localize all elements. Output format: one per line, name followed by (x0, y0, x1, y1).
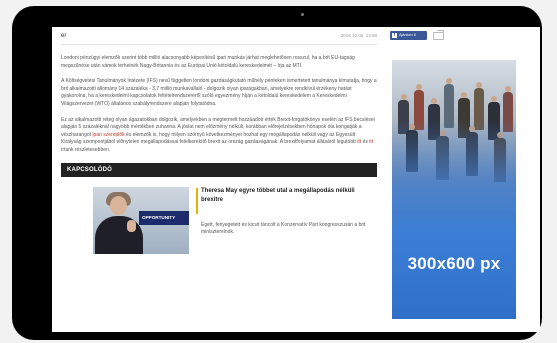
paragraph-1: Londoni pénzügyi elemzők szerint több mi… (61, 55, 355, 69)
tablet-frame: er 2018.10.05. 13:58 Londoni pénzügyi el… (12, 6, 542, 340)
facebook-share-label: Ajánlom 6 (399, 33, 416, 37)
camera-dot (301, 13, 304, 16)
related-lead: Égett, fenyegetett és kicsit táncolt a K… (201, 221, 366, 236)
screen: er 2018.10.05. 13:58 Londoni pénzügyi el… (52, 27, 540, 332)
facebook-share-button[interactable]: f Ajánlom 6 (390, 31, 427, 40)
facebook-icon: f (392, 32, 397, 38)
ad-banner[interactable]: 300x600 px (392, 60, 516, 319)
paragraph-3-text-d: írtunk részletesebben. (61, 146, 111, 153)
paragraph-2: A Költségvetési Tanulmányok Intézete (IF… (61, 78, 377, 107)
share-icon[interactable] (433, 31, 444, 40)
link-itt-2[interactable]: itt (369, 139, 373, 145)
share-bar: f Ajánlom 6 (390, 31, 444, 40)
author: er (61, 33, 67, 39)
related-title-link[interactable]: Theresa May egyre többet utal a megállap… (201, 187, 369, 205)
related-thumbnail[interactable]: OPPORTUNITY (93, 186, 189, 254)
byline-divider (61, 44, 377, 45)
related-article-card[interactable]: OPPORTUNITY Theresa May egyre többet uta… (61, 184, 377, 254)
related-heading: KAPCSOLÓDÓ (61, 162, 377, 177)
paragraph-3: Ez az alkalmazotti réteg olyan ágazatokb… (61, 117, 377, 155)
article: er 2018.10.05. 13:58 Londoni pénzügyi el… (52, 27, 382, 332)
related-accent-bar (196, 187, 198, 214)
publish-date: 2018.10.05. 13:58 (340, 33, 377, 38)
byline: er 2018.10.05. 13:58 (61, 33, 377, 39)
thumbnail-banner: OPPORTUNITY (139, 210, 189, 225)
ad-size-label: 300x600 px (407, 254, 501, 273)
link-ipari-szereplok[interactable]: ipari szereplők (92, 132, 124, 138)
